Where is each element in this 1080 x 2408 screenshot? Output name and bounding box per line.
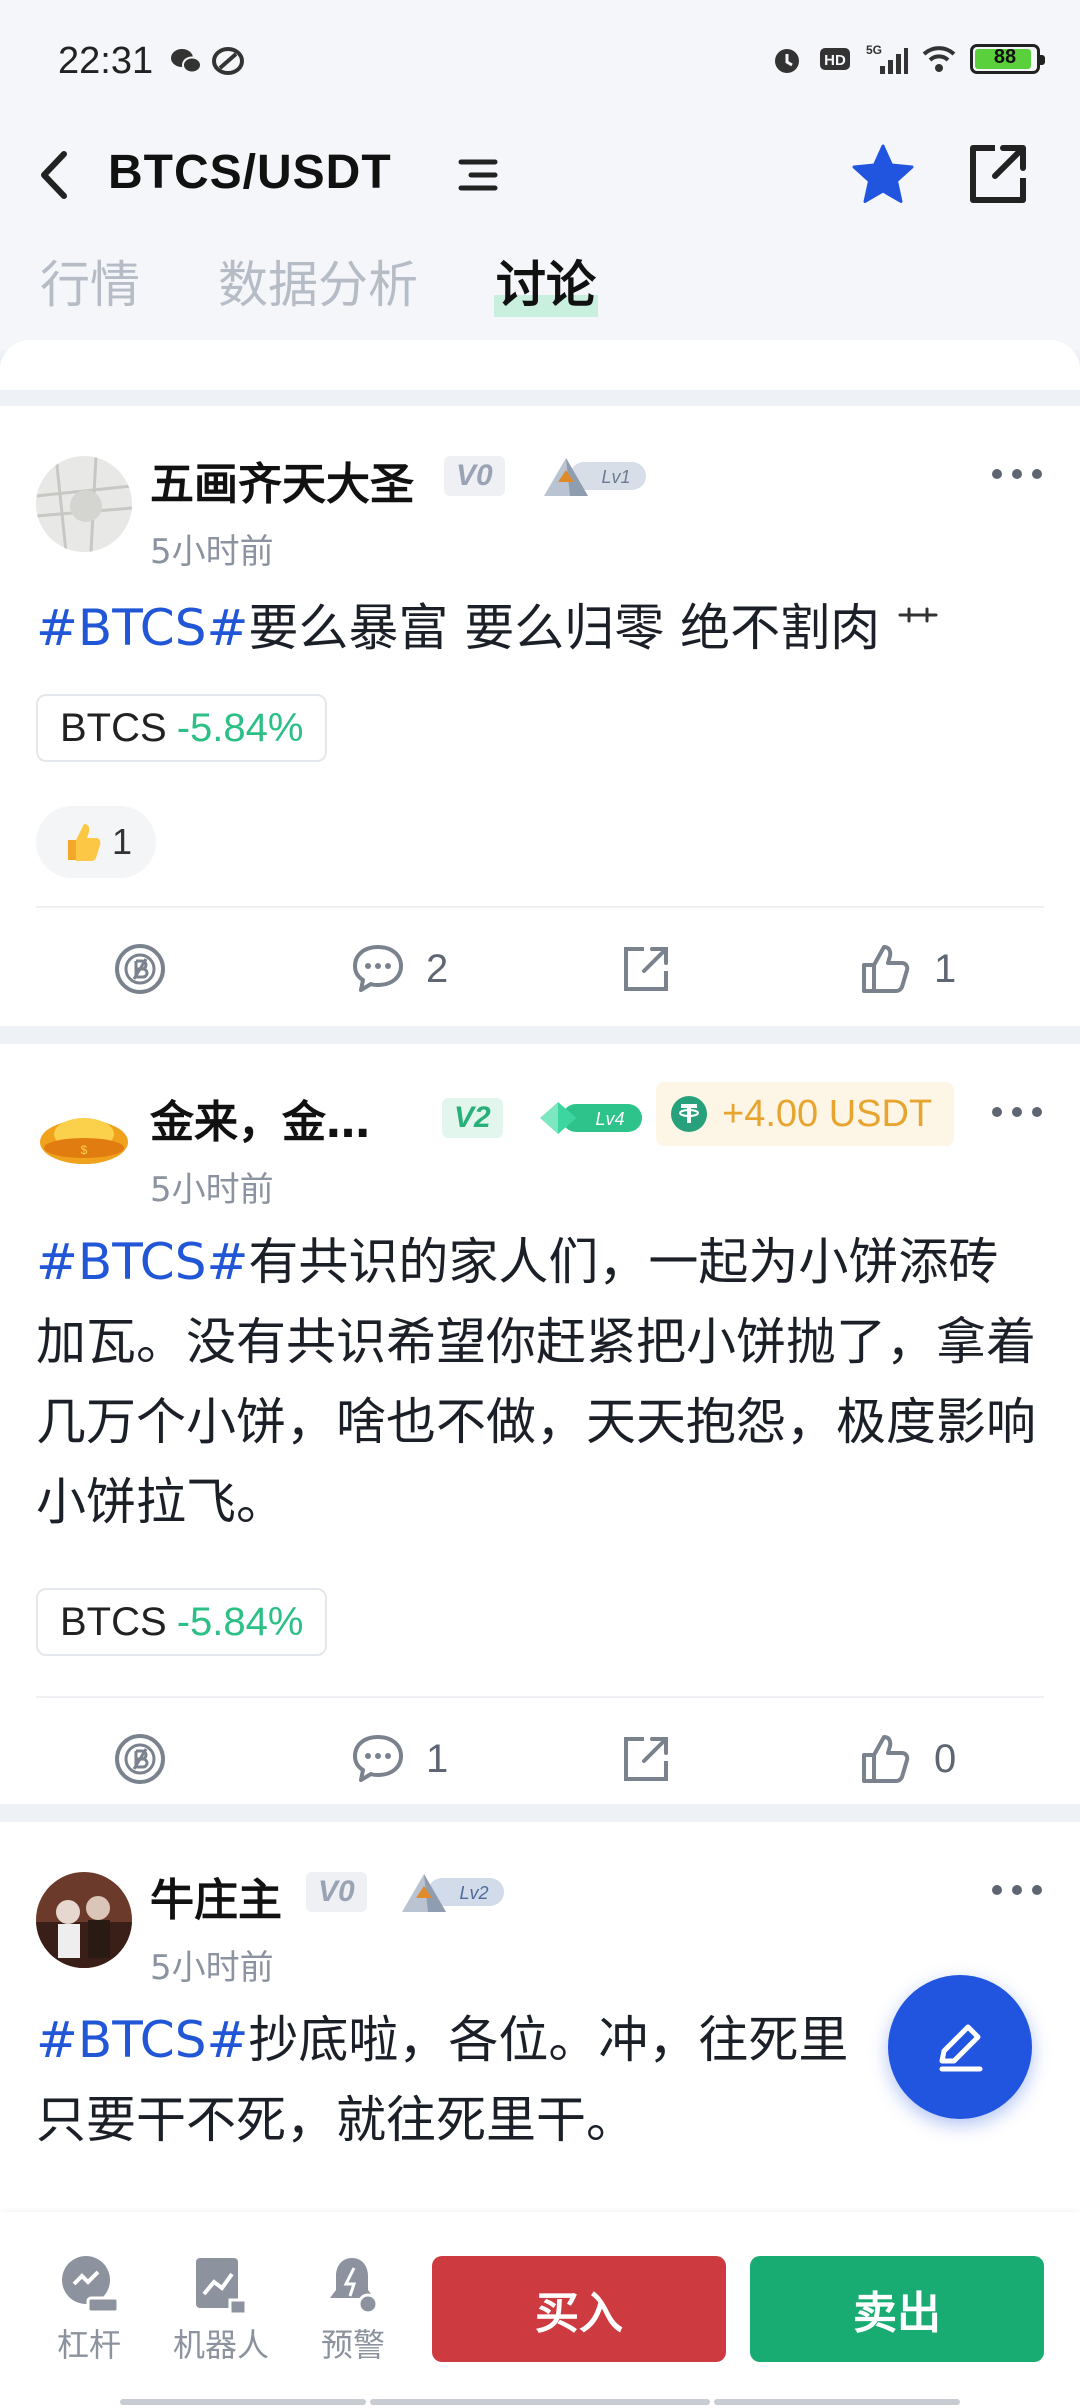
- status-time: 22:31: [58, 40, 154, 82]
- more-options-icon[interactable]: [990, 1882, 1044, 1898]
- avatar[interactable]: [36, 456, 132, 552]
- battery-indicator: 88: [970, 44, 1045, 74]
- comment-icon: [353, 945, 403, 992]
- topic-tag[interactable]: #BTCS#: [36, 599, 248, 657]
- coin-chip[interactable]: BTCS -5.84%: [36, 694, 328, 762]
- thumbs-up-emoji-icon: [68, 824, 101, 861]
- post-text[interactable]: #BTCS#有共识的家人们，一起为小饼添砖加瓦。没有共识希望你赶紧把小饼抛了，拿…: [36, 1222, 1044, 1542]
- comment-count: 1: [426, 1736, 449, 1781]
- svg-text:5G: 5G: [866, 43, 882, 57]
- leverage-icon: [62, 2256, 120, 2314]
- tab-bar: 行情 数据分析 讨论: [38, 245, 598, 317]
- tab-market[interactable]: 行情: [38, 245, 142, 317]
- username[interactable]: 五画齐天大圣: [150, 448, 414, 512]
- share-button[interactable]: [618, 914, 674, 1024]
- tip-button[interactable]: [112, 1704, 168, 1814]
- pencil-icon: [939, 2024, 983, 2072]
- nav-alert[interactable]: 预警: [298, 2254, 408, 2366]
- wechat-icon: [171, 49, 202, 74]
- share-icon: [624, 1737, 668, 1781]
- tip-button[interactable]: [112, 914, 168, 1024]
- usdt-icon: [671, 1096, 707, 1132]
- topic-tag[interactable]: #BTCS#: [36, 1233, 248, 1291]
- level-badge: Lv1: [544, 458, 646, 496]
- tab-data-analysis[interactable]: 数据分析: [216, 245, 420, 317]
- level-badge: Lv2: [402, 1874, 504, 1912]
- pair-list-icon[interactable]: [455, 150, 505, 200]
- signal-5g-icon: 5G: [866, 43, 908, 74]
- pair-title[interactable]: BTCS/USDT: [108, 145, 392, 200]
- home-indicator: [120, 2399, 366, 2405]
- tip-coin-icon: [115, 1734, 165, 1784]
- share-external-icon[interactable]: [965, 142, 1031, 208]
- vip-badge: V0: [306, 1872, 367, 1912]
- bottom-action-bar: 杠杆 机器人 预警 买入 卖出: [0, 2212, 1080, 2408]
- post-actions: 1 0: [0, 1704, 1080, 1814]
- post-time: 5小时前: [150, 532, 274, 572]
- discussion-feed[interactable]: 五画齐天大圣 V0 Lv1 5小时前 #BTCS#要么暴富 要么归零 绝不割肉 …: [0, 406, 1080, 2260]
- strength-emoji-icon: [898, 607, 938, 623]
- post-card: $ 金来，金… V2 Lv4 +4.00 USDT 5小时前 #BTCS#有共识…: [0, 1044, 1080, 1804]
- nav-leverage[interactable]: 杠杆: [34, 2254, 144, 2366]
- home-indicator: [370, 2399, 710, 2405]
- like-thumb-icon: [862, 1735, 910, 1783]
- buy-button[interactable]: 买入: [432, 2256, 726, 2362]
- avatar[interactable]: [36, 1872, 132, 1968]
- post-text[interactable]: #BTCS#要么暴富 要么归零 绝不割肉: [36, 588, 1044, 668]
- like-count: 0: [934, 1736, 957, 1781]
- alert-bell-icon: [330, 2258, 379, 2315]
- comment-button[interactable]: 2: [350, 914, 448, 1024]
- wifi-icon: [922, 46, 956, 72]
- hd-icon: HD: [820, 48, 850, 70]
- share-button[interactable]: [618, 1704, 674, 1814]
- svg-text:HD: HD: [824, 52, 846, 69]
- sell-button[interactable]: 卖出: [750, 2256, 1044, 2362]
- avatar[interactable]: $: [36, 1094, 132, 1190]
- alarm-icon: [775, 49, 799, 73]
- reaction-chip[interactable]: 1: [36, 806, 157, 878]
- svg-text:Lv4: Lv4: [595, 1109, 624, 1129]
- post-time: 5小时前: [150, 1948, 274, 1988]
- coin-chip[interactable]: BTCS -5.84%: [36, 1588, 328, 1656]
- app-notification-icon: [212, 47, 244, 75]
- vip-badge: V0: [444, 456, 505, 496]
- back-arrow-icon[interactable]: [30, 140, 80, 210]
- post-card: 五画齐天大圣 V0 Lv1 5小时前 #BTCS#要么暴富 要么归零 绝不割肉 …: [0, 406, 1080, 1026]
- topic-tag[interactable]: #BTCS#: [36, 2011, 248, 2069]
- tab-discussion[interactable]: 讨论: [494, 245, 598, 317]
- comment-icon: [353, 1735, 403, 1782]
- vip-badge: V2: [442, 1098, 503, 1138]
- more-options-icon[interactable]: [990, 466, 1044, 482]
- username[interactable]: 牛庄主: [150, 1864, 282, 1928]
- tip-coin-icon: [115, 944, 165, 994]
- divider: [36, 1696, 1044, 1698]
- tip-badge: +4.00 USDT: [656, 1082, 955, 1146]
- svg-text:Lv2: Lv2: [459, 1883, 488, 1903]
- username[interactable]: 金来，金…: [150, 1086, 370, 1150]
- post-time: 5小时前: [150, 1170, 274, 1210]
- svg-text:$: $: [81, 1143, 88, 1157]
- post-actions: 2 1: [0, 914, 1080, 1024]
- like-button[interactable]: 0: [858, 1704, 956, 1814]
- status-bar: 22:31 HD 5G 88: [0, 0, 1080, 120]
- more-options-icon[interactable]: [990, 1104, 1044, 1120]
- svg-text:Lv1: Lv1: [601, 467, 630, 487]
- content-sheet: [0, 340, 1080, 390]
- nav-bot[interactable]: 机器人: [166, 2254, 276, 2366]
- home-indicator: [714, 2399, 960, 2405]
- share-icon: [624, 947, 668, 991]
- favorite-star-icon[interactable]: [848, 140, 918, 210]
- compose-post-button[interactable]: [888, 1975, 1032, 2119]
- comment-count: 2: [426, 946, 449, 991]
- like-count: 1: [934, 946, 957, 991]
- divider: [36, 906, 1044, 908]
- robot-chart-icon: [196, 2258, 248, 2316]
- like-thumb-icon: [862, 945, 910, 993]
- like-button[interactable]: 1: [858, 914, 956, 1024]
- level-badge: Lv4: [540, 1102, 642, 1134]
- comment-button[interactable]: 1: [350, 1704, 448, 1814]
